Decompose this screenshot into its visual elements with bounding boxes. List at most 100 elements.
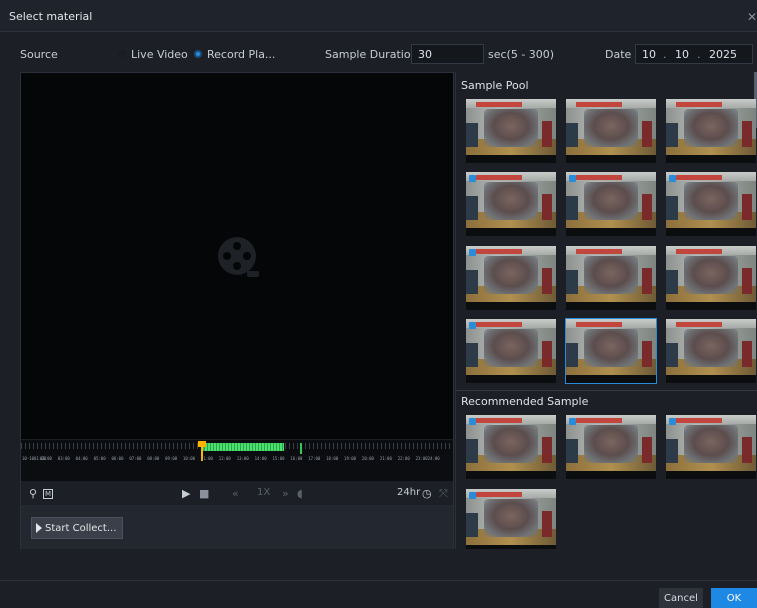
clock-icon[interactable]: ◷ xyxy=(422,487,432,500)
timeline-hour-labels: 10-1001:00 02:00 03:00 04:00 05:00 06:00 07:00… xyxy=(22,456,452,461)
blurred-face xyxy=(684,256,738,294)
source-label: Source xyxy=(20,48,58,61)
radio-record-playback[interactable] xyxy=(194,50,202,58)
volume-icon[interactable]: ◖ xyxy=(297,487,303,500)
sample-thumbnail[interactable] xyxy=(566,172,656,236)
sample-thumbnail[interactable] xyxy=(466,246,556,310)
sample-thumbnail[interactable] xyxy=(466,99,556,163)
timeline-hour-label: 19:00 xyxy=(344,456,357,461)
recommended-sample-title: Recommended Sample xyxy=(461,395,589,408)
dialog-footer: Cancel OK xyxy=(0,580,757,608)
blurred-face xyxy=(484,109,538,147)
checkbox-checked-icon[interactable] xyxy=(569,418,576,425)
cancel-button[interactable]: Cancel xyxy=(659,588,703,608)
timeline-hour-label: 05:00 xyxy=(93,456,106,461)
sample-thumbnail[interactable] xyxy=(666,246,756,310)
timeline-hour-label: 10-1001:00 xyxy=(22,456,47,461)
fullscreen-icon[interactable]: ⤧ xyxy=(439,487,448,501)
date-month[interactable]: 10 xyxy=(675,48,689,61)
record-segment xyxy=(204,443,284,451)
checkbox-checked-icon[interactable] xyxy=(469,175,476,182)
record-segment xyxy=(300,443,302,454)
live-video-label[interactable]: Live Video xyxy=(131,48,188,61)
smart-search-icon[interactable]: ⚲ xyxy=(29,487,37,500)
play-icon xyxy=(36,523,42,533)
checkbox-checked-icon[interactable] xyxy=(469,249,476,256)
checkbox-checked-icon[interactable] xyxy=(469,492,476,499)
timeline-hour-label: 17:00 xyxy=(308,456,321,461)
checkbox-checked-icon[interactable] xyxy=(469,322,476,329)
start-collect-label: Start Collect... xyxy=(45,522,117,534)
blurred-face xyxy=(684,425,738,463)
sample-thumbnail[interactable] xyxy=(666,415,756,479)
timeline-hour-label: 22:00 xyxy=(397,456,410,461)
timeline-hour-label: 03:00 xyxy=(57,456,70,461)
blurred-face xyxy=(684,182,738,220)
checkbox-checked-icon[interactable] xyxy=(669,175,676,182)
timeline-hour-label: 10:00 xyxy=(183,456,196,461)
checkbox-checked-icon[interactable] xyxy=(569,175,576,182)
sample-thumbnail[interactable] xyxy=(566,99,656,163)
playback-controls: ⚲ M ▶ ■ « 1X » ◖ 24hr ◷ ⤧ xyxy=(21,485,453,505)
stop-icon[interactable]: ■ xyxy=(199,487,209,500)
blurred-face xyxy=(584,425,638,463)
sample-duration-hint: sec(5 - 300) xyxy=(488,48,555,61)
blurred-face xyxy=(484,425,538,463)
video-panel: 10-1001:00 02:00 03:00 04:00 05:00 06:00 07:00… xyxy=(20,72,454,549)
blurred-face xyxy=(684,329,738,367)
timeline-hour-label: 04:00 xyxy=(75,456,88,461)
sample-pool-title: Sample Pool xyxy=(461,79,529,92)
sample-thumbnail[interactable] xyxy=(466,489,556,549)
sample-thumbnail[interactable] xyxy=(565,318,657,384)
ok-button[interactable]: OK xyxy=(711,588,757,608)
blurred-face xyxy=(484,182,538,220)
sample-thumbnail[interactable] xyxy=(466,415,556,479)
date-field[interactable]: 10 . 10 . 2025 xyxy=(635,44,753,64)
date-year[interactable]: 2025 xyxy=(709,48,737,61)
timeline[interactable]: 10-1001:00 02:00 03:00 04:00 05:00 06:00 07:00… xyxy=(21,439,453,481)
motion-icon[interactable]: M xyxy=(43,489,54,499)
title-bar: Select material ✕ xyxy=(0,0,757,32)
source-row: Source Live Video Record Pla... Sample D… xyxy=(0,40,757,68)
timeline-hour-label: 06:00 xyxy=(111,456,124,461)
blurred-face xyxy=(484,329,538,367)
sample-duration-label: Sample Duration xyxy=(325,48,418,61)
rewind-icon[interactable]: « xyxy=(232,487,239,500)
timeline-hour-label: 14:00 xyxy=(254,456,267,461)
timeline-hour-label: 12:00 xyxy=(218,456,231,461)
timeline-hour-label: 23:0024:00 xyxy=(415,456,440,461)
collect-bar: Start Collect... xyxy=(21,505,453,549)
sample-thumbnail[interactable] xyxy=(566,415,656,479)
blurred-face xyxy=(584,329,638,367)
fast-forward-icon[interactable]: » xyxy=(282,487,289,500)
blurred-face xyxy=(584,182,638,220)
record-playback-label[interactable]: Record Pla... xyxy=(207,48,275,61)
timeline-hour-label: 11:00 xyxy=(200,456,213,461)
radio-live-video[interactable] xyxy=(118,50,126,58)
blurred-face xyxy=(684,109,738,147)
timeline-hour-label: 21:00 xyxy=(379,456,392,461)
play-icon[interactable]: ▶ xyxy=(182,487,190,500)
date-label: Date xyxy=(605,48,632,61)
checkbox-checked-icon[interactable] xyxy=(669,418,676,425)
time-format-label[interactable]: 24hr xyxy=(397,487,420,498)
sample-duration-input[interactable] xyxy=(411,44,484,64)
timeline-hour-label: 20:00 xyxy=(361,456,374,461)
checkbox-checked-icon[interactable] xyxy=(469,418,476,425)
sample-thumbnail[interactable] xyxy=(466,319,556,383)
sample-thumbnail[interactable] xyxy=(666,319,756,383)
timeline-hour-label: 08:00 xyxy=(147,456,160,461)
timeline-hour-label: 15:00 xyxy=(272,456,285,461)
date-separator: . xyxy=(697,48,701,61)
sample-thumbnail[interactable] xyxy=(466,172,556,236)
blurred-face xyxy=(484,499,538,537)
sample-thumbnail[interactable] xyxy=(666,99,756,163)
sample-thumbnail[interactable] xyxy=(666,172,756,236)
date-day[interactable]: 10 xyxy=(642,48,656,61)
timeline-hour-label: 16:00 xyxy=(290,456,303,461)
video-viewport[interactable] xyxy=(21,73,453,439)
close-icon[interactable]: ✕ xyxy=(747,10,757,24)
sample-thumbnail[interactable] xyxy=(566,246,656,310)
timeline-hour-label: 02:00 xyxy=(39,456,52,461)
start-collect-button[interactable]: Start Collect... xyxy=(31,517,124,539)
